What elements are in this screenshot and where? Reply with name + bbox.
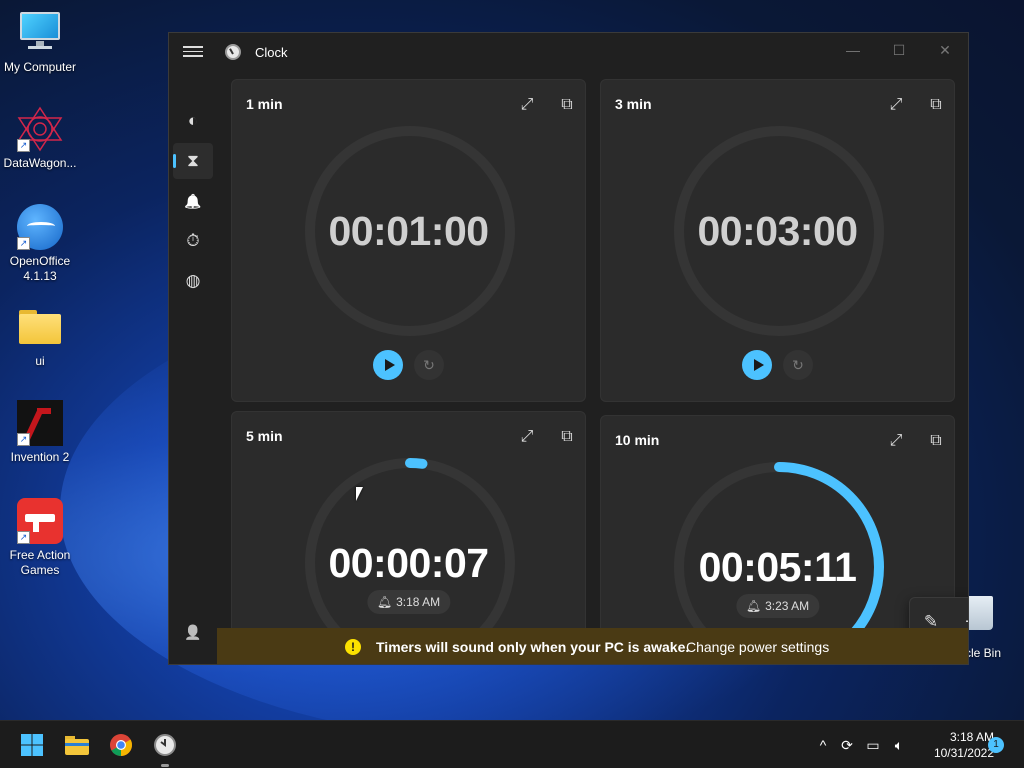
desktop-icon-my-computer[interactable]: My Computer (0, 10, 80, 75)
person-icon: 👤 (184, 623, 202, 640)
reset-button[interactable]: ↻ (783, 350, 813, 380)
end-time-chip: 🔔︎ 3:18 AM (366, 590, 451, 614)
title-bar[interactable]: Clock — ☐ ✕ (169, 33, 968, 71)
nav-item-stopwatch[interactable]: ⏱ (173, 223, 213, 259)
monitor-icon (17, 10, 63, 56)
hamburger-menu-icon[interactable] (183, 43, 203, 61)
desktop-icon-label: DataWagon... (3, 156, 77, 170)
desktop-icon-ui-folder[interactable]: ui (0, 304, 80, 369)
recycle-bin-icon (965, 596, 993, 630)
timer-label: 10 min (615, 432, 660, 448)
start-button[interactable] (12, 725, 52, 765)
bell-icon: 🔔 (184, 192, 202, 209)
keep-on-top-icon[interactable]: ⧉ (552, 422, 582, 452)
chrome-icon (110, 734, 132, 756)
stopwatch-icon: ⏱ (186, 231, 200, 250)
clock-app-taskbar-button[interactable] (145, 725, 185, 767)
close-button[interactable]: ✕ (922, 33, 968, 69)
taskbar-clock[interactable]: 3:18 AM 10/31/2022 (914, 729, 994, 761)
end-time: 3:23 AM (765, 599, 810, 613)
sync-icon[interactable]: ⟳ (837, 735, 857, 755)
volume-icon[interactable]: 🔈︎ (889, 735, 909, 755)
power-warning-banner: ! Timers will sound only when your PC is… (217, 628, 968, 664)
network-icon[interactable]: ▭ (863, 735, 883, 755)
shortcut-arrow-icon: ↗ (17, 433, 30, 446)
clock-time: 3:18 AM (949, 730, 994, 744)
timer-label: 1 min (246, 96, 283, 112)
reset-button[interactable]: ↻ (414, 350, 444, 380)
nav-item-focus-sessions[interactable]: ◐ (173, 103, 213, 139)
show-hidden-icons-chevron-icon[interactable]: ^ (813, 735, 833, 755)
shortcut-arrow-icon: ↗ (17, 531, 30, 544)
file-explorer-button[interactable] (57, 725, 97, 765)
nav-rail: ◐ ⧗ 🔔 ⏱ ◍ 👤 ⚙ (169, 71, 217, 664)
keep-on-top-icon[interactable]: ⧉ (552, 90, 582, 120)
timer-label: 5 min (246, 428, 283, 444)
maximize-button[interactable]: ☐ (876, 33, 922, 69)
windows-logo-icon (21, 734, 43, 756)
expand-icon[interactable]: ⤢ (512, 90, 542, 120)
hourglass-icon: ⧗ (187, 151, 199, 170)
expand-icon[interactable]: ⤢ (881, 90, 911, 120)
shortcut-arrow-icon: ↗ (17, 237, 30, 250)
folder-icon (65, 736, 89, 755)
openoffice-icon: ↗ (17, 204, 63, 250)
desktop-icon-free-action-games[interactable]: ↗ Free Action Games (0, 498, 80, 578)
nav-item-alarm[interactable]: 🔔 (173, 183, 213, 219)
gear-icon: ⚙ (185, 663, 200, 664)
desktop-icon-invention-2[interactable]: ↗ Invention 2 (0, 400, 80, 465)
clock-app-icon (225, 44, 241, 60)
taskbar: ^ ⟳ ▭ 🔈︎ 3:18 AM 10/31/2022 1 (0, 720, 1024, 768)
expand-icon[interactable]: ⤢ (512, 422, 542, 452)
nav-item-timer[interactable]: ⧗ (173, 143, 213, 179)
timer-card-5min[interactable]: 5 min ⤢ ⧉ 00:00:07 🔔︎ 3:18 AM (231, 411, 586, 664)
minimize-button[interactable]: — (830, 33, 876, 69)
nav-item-world-clock[interactable]: ◍ (173, 263, 213, 299)
expand-icon[interactable]: ⤢ (881, 426, 911, 456)
notification-badge[interactable]: 1 (988, 737, 1004, 753)
desktop-icon-label: Free Action Games (9, 548, 71, 577)
settings-button[interactable]: ⚙ (173, 655, 213, 664)
desktop-icon-label: OpenOffice 4.1.13 (9, 254, 71, 283)
desktop-icon-label: Invention 2 (10, 450, 70, 464)
timer-label: 3 min (615, 96, 652, 112)
play-button[interactable] (373, 350, 403, 380)
desktop-icon-openoffice[interactable]: ↗ OpenOffice 4.1.13 (0, 204, 80, 284)
account-button[interactable]: 👤 (173, 614, 213, 650)
end-time: 3:18 AM (396, 595, 441, 609)
bell-icon: 🔔︎ (745, 599, 762, 613)
datawagon-icon: ↗ (17, 106, 63, 152)
keep-on-top-icon[interactable]: ⧉ (921, 90, 951, 120)
mouse-cursor-icon (356, 487, 363, 501)
window-title: Clock (255, 45, 288, 60)
end-time-chip: 🔔︎ 3:23 AM (735, 594, 820, 618)
timers-grid: 1 min ⤢ ⧉ 00:01:00 ↻ 3 min ⤢ ⧉ 00:03:00 … (217, 71, 968, 664)
warning-message: Timers will sound only when your PC is a… (376, 639, 690, 655)
change-power-settings-link[interactable]: Change power settings (686, 639, 829, 655)
clock-date: 10/31/2022 (933, 746, 994, 760)
shortcut-arrow-icon: ↗ (17, 139, 30, 152)
timer-card-1min[interactable]: 1 min ⤢ ⧉ 00:01:00 ↻ (231, 79, 586, 402)
clock-window: Clock — ☐ ✕ ◐ ⧗ 🔔 ⏱ ◍ 👤 ⚙ 1 min ⤢ (168, 32, 969, 665)
keep-on-top-icon[interactable]: ⧉ (921, 426, 951, 456)
chrome-button[interactable] (101, 725, 141, 765)
focus-icon: ◐ (187, 111, 199, 130)
timer-card-3min[interactable]: 3 min ⤢ ⧉ 00:03:00 ↻ (600, 79, 955, 402)
timer-display: 00:01:00 (328, 208, 489, 254)
bell-icon: 🔔︎ (376, 595, 393, 609)
timer-display: 00:03:00 (697, 208, 858, 254)
warning-icon: ! (345, 639, 361, 655)
timer-display: 00:00:07 (328, 540, 489, 586)
folder-icon (17, 304, 63, 350)
desktop-icon-label: ui (35, 354, 45, 368)
invention-2-icon: ↗ (17, 400, 63, 446)
timer-display: 00:05:11 (698, 544, 857, 590)
running-indicator (161, 764, 169, 767)
play-button[interactable] (742, 350, 772, 380)
desktop-icon-datawagon[interactable]: ↗ DataWagon... (0, 106, 80, 171)
gun-game-icon: ↗ (17, 498, 63, 544)
clock-icon (154, 734, 176, 756)
globe-icon: ◍ (185, 271, 201, 290)
desktop-icon-label: My Computer (3, 60, 77, 74)
